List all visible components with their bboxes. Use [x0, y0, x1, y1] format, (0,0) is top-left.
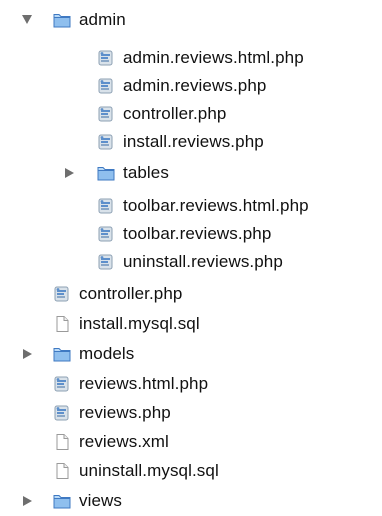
disclosure-triangle-down-icon[interactable]: [21, 13, 33, 25]
tree-item-label: controller.php: [123, 104, 227, 123]
disclosure-triangle-right-icon[interactable]: [21, 348, 33, 360]
tree-row-admin[interactable]: admin: [0, 6, 126, 33]
tree-row-models[interactable]: models: [0, 340, 134, 367]
php-file-icon: [96, 223, 116, 245]
tree-item-label: toolbar.reviews.html.php: [123, 196, 309, 215]
disclosure-triangle-right-icon[interactable]: [63, 167, 75, 179]
tree-row-reviews-html-php[interactable]: reviews.html.php: [52, 370, 208, 397]
php-file-icon: [96, 47, 116, 69]
folder-icon: [52, 490, 72, 512]
tree-item-label: toolbar.reviews.php: [123, 224, 272, 243]
document-icon: [52, 313, 72, 335]
tree-item-label: admin: [79, 10, 126, 29]
tree-item-label: controller.php: [79, 284, 183, 303]
tree-item-label: install.mysql.sql: [79, 314, 200, 333]
tree-item-label: reviews.php: [79, 403, 171, 422]
tree-item-label: admin.reviews.php: [123, 76, 267, 95]
tree-row-uninstall-mysql-sql[interactable]: uninstall.mysql.sql: [52, 457, 219, 484]
php-file-icon: [52, 402, 72, 424]
tree-item-label: tables: [123, 163, 169, 182]
tree-item-label: views: [79, 491, 123, 510]
php-file-icon: [96, 195, 116, 217]
folder-icon: [52, 9, 72, 31]
tree-item-label: install.reviews.php: [123, 132, 264, 151]
php-file-icon: [96, 75, 116, 97]
tree-item-label: uninstall.mysql.sql: [79, 461, 219, 480]
tree-row-uninstall-reviews-php[interactable]: uninstall.reviews.php: [96, 248, 283, 275]
tree-item-label: reviews.html.php: [79, 374, 209, 393]
tree-row-admin-reviews-html-php[interactable]: admin.reviews.html.php: [96, 44, 304, 71]
php-file-icon: [52, 373, 72, 395]
folder-icon: [96, 162, 116, 184]
tree-item-label: reviews.xml: [79, 432, 169, 451]
tree-row-admin-reviews-php[interactable]: admin.reviews.php: [96, 72, 266, 99]
document-icon: [52, 460, 72, 482]
tree-row-toolbar-reviews-php[interactable]: toolbar.reviews.php: [96, 220, 271, 247]
folder-icon: [52, 343, 72, 365]
tree-item-label: models: [79, 344, 135, 363]
tree-item-label: admin.reviews.html.php: [123, 48, 304, 67]
tree-row-tables[interactable]: tables: [0, 159, 169, 186]
document-icon: [52, 431, 72, 453]
disclosure-triangle-right-icon[interactable]: [21, 495, 33, 507]
php-file-icon: [96, 251, 116, 273]
bottom-divider: [0, 513, 382, 514]
tree-row-toolbar-reviews-html-php[interactable]: toolbar.reviews.html.php: [96, 192, 309, 219]
tree-row-controller-php[interactable]: controller.php: [52, 280, 182, 307]
php-file-icon: [52, 283, 72, 305]
php-file-icon: [96, 103, 116, 125]
tree-row-install-mysql-sql[interactable]: install.mysql.sql: [52, 310, 200, 337]
tree-row-views[interactable]: views: [0, 487, 122, 514]
tree-row-install-reviews-php[interactable]: install.reviews.php: [96, 128, 264, 155]
tree-row-reviews-xml[interactable]: reviews.xml: [52, 428, 169, 455]
php-file-icon: [96, 131, 116, 153]
tree-row-controller-php-admin[interactable]: controller.php: [96, 100, 226, 127]
tree-row-reviews-php[interactable]: reviews.php: [52, 399, 171, 426]
file-tree: admin admin.reviews.html.php admin.revie: [0, 0, 382, 516]
tree-item-label: uninstall.reviews.php: [123, 252, 283, 271]
